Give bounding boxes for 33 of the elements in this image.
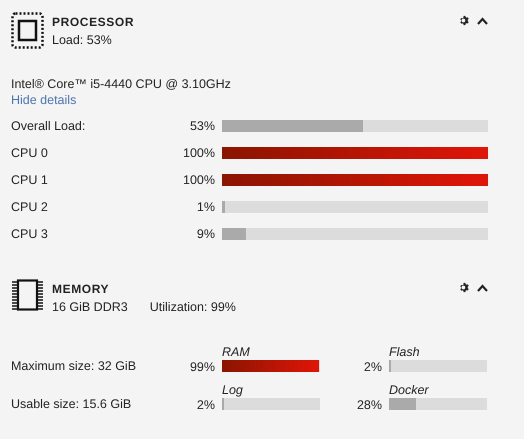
gauge-label: Flash — [389, 345, 421, 359]
row-label: CPU 3 — [11, 226, 49, 240]
section-title: MEMORY — [52, 282, 110, 296]
row-label: CPU 0 — [11, 146, 49, 160]
gauge-label: RAM — [222, 345, 251, 359]
section-title: PROCESSOR — [52, 15, 136, 29]
settings-icon[interactable] — [459, 15, 470, 26]
cpu-model-text: Intel® Core™ i5-4440 CPU @ 3.10GHz — [11, 77, 232, 91]
row-label: Overall Load: — [11, 118, 86, 132]
size-text: Usable size: 15.6 GiB — [11, 397, 132, 411]
gauge-label: Log — [222, 383, 244, 397]
hide-details-link[interactable]: Hide details — [11, 93, 76, 107]
load-percent: 100% — [182, 146, 216, 160]
gauge-percent: 28% — [356, 398, 383, 412]
row-label: CPU 1 — [11, 172, 49, 186]
row-label: CPU 2 — [11, 200, 49, 214]
load-percent: 1% — [196, 200, 216, 214]
load-percent: 53% — [188, 118, 216, 132]
settings-icon[interactable] — [459, 282, 470, 293]
processor-icon — [11, 12, 44, 49]
gauge-percent: 2% — [196, 398, 216, 412]
load-percent: 100% — [182, 172, 216, 186]
memory-icon — [11, 279, 44, 311]
size-text: Maximum size: 32 GiB — [11, 359, 138, 373]
gauge-percent: 99% — [188, 360, 216, 374]
memory-size-text: 16 GiB DDR3 — [52, 300, 128, 314]
gauge-label: Docker — [389, 383, 430, 397]
collapse-icon[interactable] — [477, 284, 488, 292]
load-text: Load: 53% — [52, 33, 112, 47]
gauge-percent: 2% — [362, 360, 383, 374]
utilization-text: Utilization: 99% — [150, 300, 236, 314]
load-percent: 9% — [196, 226, 216, 240]
collapse-icon[interactable] — [477, 16, 488, 24]
